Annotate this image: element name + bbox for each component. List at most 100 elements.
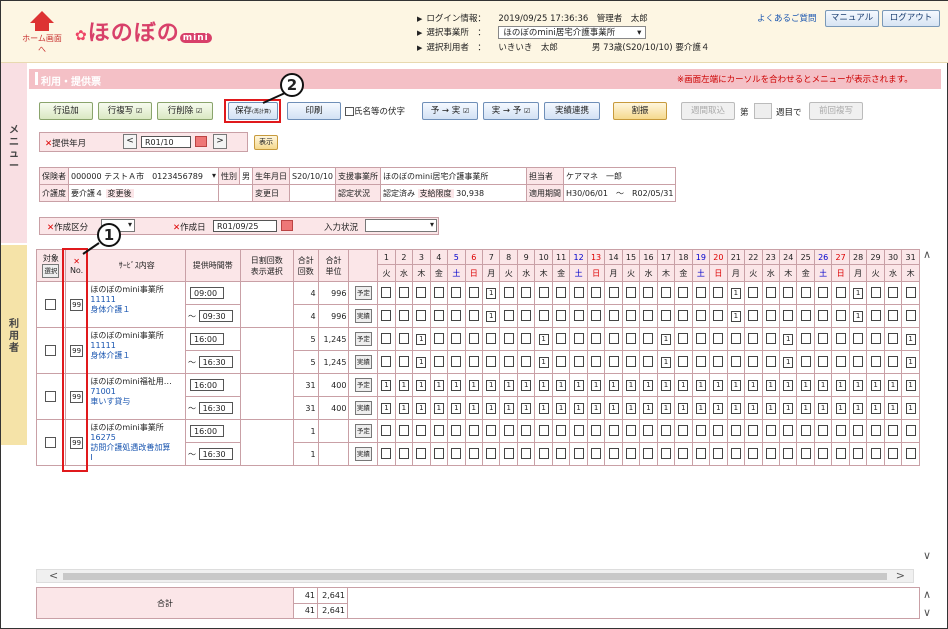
- day-input[interactable]: [800, 447, 811, 459]
- plan-type-button[interactable]: 予定: [354, 424, 372, 438]
- day-input[interactable]: [416, 309, 427, 321]
- day-input[interactable]: 1: [486, 379, 497, 391]
- day-input[interactable]: [591, 424, 602, 436]
- print-button[interactable]: 印刷: [287, 102, 341, 120]
- day-input[interactable]: 1: [905, 333, 916, 345]
- day-input[interactable]: 1: [783, 402, 794, 414]
- day-input[interactable]: [608, 424, 619, 436]
- day-input[interactable]: [695, 447, 706, 459]
- name-mask-checkbox[interactable]: [345, 107, 354, 116]
- day-input[interactable]: 1: [381, 402, 392, 414]
- day-input[interactable]: [905, 286, 916, 298]
- day-input[interactable]: 1: [713, 379, 724, 391]
- day-input[interactable]: [573, 424, 584, 436]
- day-input[interactable]: [835, 355, 846, 367]
- day-input[interactable]: [486, 447, 497, 459]
- create-date-input[interactable]: R01/09/25: [213, 220, 277, 232]
- day-input[interactable]: 1: [853, 402, 864, 414]
- day-input[interactable]: [521, 286, 532, 298]
- day-input[interactable]: [556, 355, 567, 367]
- day-input[interactable]: [905, 424, 916, 436]
- day-input[interactable]: [800, 424, 811, 436]
- day-input[interactable]: [556, 309, 567, 321]
- day-input[interactable]: 1: [468, 402, 479, 414]
- act-type-button[interactable]: 実績: [354, 355, 372, 369]
- insured-value[interactable]: 000000 テストＡ市 0123456789 ▾: [68, 167, 219, 185]
- day-input[interactable]: [626, 424, 636, 436]
- day-input[interactable]: [556, 447, 567, 459]
- day-input[interactable]: [468, 447, 479, 459]
- day-input[interactable]: [678, 286, 689, 298]
- day-input[interactable]: 1: [800, 402, 811, 414]
- scroll-right-icon[interactable]: >: [896, 569, 905, 582]
- day-input[interactable]: [870, 355, 881, 367]
- day-input[interactable]: 1: [538, 379, 549, 391]
- day-input[interactable]: [730, 424, 741, 436]
- day-input[interactable]: [783, 309, 794, 321]
- day-input[interactable]: 1: [556, 402, 567, 414]
- day-input[interactable]: 1: [591, 379, 602, 391]
- day-input[interactable]: [468, 424, 479, 436]
- day-input[interactable]: 1: [783, 333, 794, 345]
- day-input[interactable]: 1: [748, 402, 759, 414]
- logout-button[interactable]: ログアウト: [882, 10, 940, 27]
- day-input[interactable]: [573, 447, 584, 459]
- next-month-button[interactable]: >: [213, 134, 227, 149]
- day-input[interactable]: [381, 424, 392, 436]
- day-input[interactable]: [765, 309, 776, 321]
- day-input[interactable]: 1: [888, 379, 899, 391]
- day-input[interactable]: 1: [835, 379, 846, 391]
- day-input[interactable]: [468, 355, 479, 367]
- day-input[interactable]: [451, 355, 462, 367]
- day-input[interactable]: [626, 355, 636, 367]
- day-input[interactable]: [381, 286, 392, 298]
- copy-row-button[interactable]: 行複写 ☑: [98, 102, 152, 120]
- day-input[interactable]: [626, 286, 636, 298]
- end-time-input[interactable]: 09:30: [198, 310, 233, 322]
- day-input[interactable]: [818, 424, 829, 436]
- day-input[interactable]: [713, 424, 724, 436]
- day-input[interactable]: [695, 355, 706, 367]
- day-input[interactable]: [643, 332, 654, 344]
- day-input[interactable]: 1: [905, 402, 916, 414]
- calendar-icon[interactable]: [195, 136, 207, 147]
- day-input[interactable]: 1: [660, 333, 671, 345]
- day-input[interactable]: [521, 309, 532, 321]
- day-input[interactable]: [748, 332, 759, 344]
- service-name-2[interactable]: Ⅰ: [90, 453, 183, 463]
- day-input[interactable]: [870, 332, 881, 344]
- name-mask-toggle[interactable]: 氏名等の伏字: [345, 105, 405, 117]
- day-input[interactable]: [660, 447, 671, 459]
- day-input[interactable]: [468, 332, 479, 344]
- day-input[interactable]: 1: [695, 402, 706, 414]
- day-input[interactable]: [503, 309, 514, 321]
- day-input[interactable]: [765, 286, 776, 298]
- day-input[interactable]: [608, 447, 619, 459]
- day-input[interactable]: [730, 355, 741, 367]
- day-input[interactable]: [433, 447, 444, 459]
- day-input[interactable]: [765, 447, 776, 459]
- day-input[interactable]: 1: [905, 379, 916, 391]
- day-input[interactable]: [748, 447, 759, 459]
- day-input[interactable]: [398, 424, 409, 436]
- day-input[interactable]: [713, 447, 724, 459]
- menu-rail[interactable]: メニュー: [1, 63, 27, 243]
- day-input[interactable]: 1: [416, 356, 427, 368]
- day-input[interactable]: [888, 309, 899, 321]
- day-input[interactable]: 1: [643, 379, 654, 391]
- day-input[interactable]: 1: [870, 402, 881, 414]
- day-input[interactable]: [398, 286, 409, 298]
- plan-type-button[interactable]: 予定: [354, 286, 372, 300]
- service-code[interactable]: 11111: [90, 341, 183, 351]
- day-input[interactable]: [800, 332, 811, 344]
- day-input[interactable]: [591, 447, 602, 459]
- day-input[interactable]: [783, 286, 794, 298]
- manual-button[interactable]: マニュアル: [825, 10, 879, 27]
- day-input[interactable]: [748, 309, 759, 321]
- day-input[interactable]: [451, 286, 462, 298]
- day-input[interactable]: 1: [853, 287, 864, 299]
- day-input[interactable]: [835, 332, 846, 344]
- day-input[interactable]: 1: [870, 379, 881, 391]
- footer-scroll-up-icon[interactable]: ∧: [923, 588, 931, 601]
- act-type-button[interactable]: 実績: [354, 447, 372, 461]
